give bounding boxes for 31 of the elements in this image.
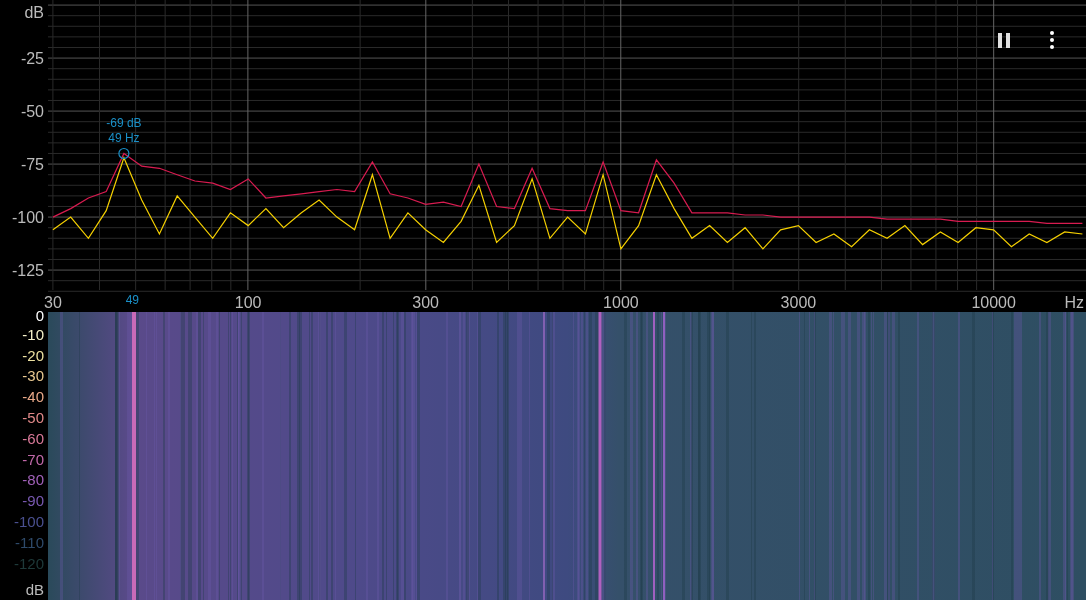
peak-frequency-label: 49 Hz xyxy=(108,131,140,145)
color-scale-label: -70 xyxy=(22,451,44,468)
peak-frequency-axis-label: 49 xyxy=(125,293,140,307)
color-scale-label: -110 xyxy=(15,534,44,551)
axis-tick-label: 30 xyxy=(44,294,62,311)
axis-unit-label: Hz xyxy=(1064,294,1084,311)
axis-tick-label: -100 xyxy=(11,209,44,227)
axis-tick-label: 300 xyxy=(412,294,439,311)
axis-tick-label: 10000 xyxy=(971,294,1016,311)
color-scale-label: 0 xyxy=(35,308,44,324)
axis-tick-label: 3000 xyxy=(780,294,817,311)
peak-marker-icon xyxy=(118,147,130,160)
color-scale-label: -40 xyxy=(22,389,44,406)
color-scale-label: -90 xyxy=(22,493,44,510)
axis-tick-label: 100 xyxy=(234,294,262,311)
axis-tick-label: -125 xyxy=(11,262,44,280)
color-scale-label: -100 xyxy=(13,514,44,530)
color-scale-label: -30 xyxy=(22,368,44,385)
peak-level-label: -69 dB xyxy=(106,116,142,130)
axis-tick-label: -75 xyxy=(20,156,44,174)
color-scale-label: -120 xyxy=(13,555,44,572)
axis-tick-label: 1000 xyxy=(603,294,639,311)
color-scale-label: -80 xyxy=(22,472,44,489)
color-scale-label: -20 xyxy=(22,347,44,364)
axis-tick-label: -50 xyxy=(20,103,44,121)
color-scale-unit: dB xyxy=(25,582,44,598)
color-scale-label: -60 xyxy=(22,430,44,447)
color-scale-label: -50 xyxy=(22,410,44,426)
axis-tick-label: -25 xyxy=(20,50,44,68)
axis-unit-label: dB xyxy=(24,4,44,21)
color-scale-label: -10 xyxy=(22,326,44,343)
